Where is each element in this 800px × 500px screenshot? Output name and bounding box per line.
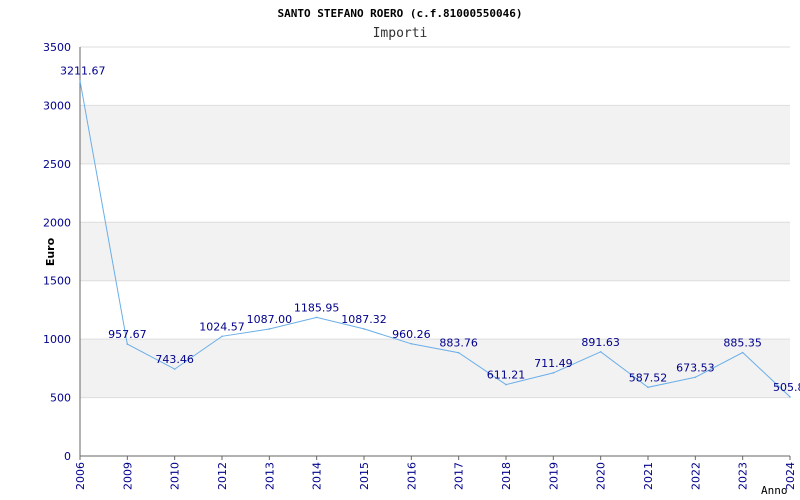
data-label: 1024.57 — [199, 320, 245, 333]
data-point — [79, 79, 81, 82]
data-label: 885.35 — [723, 337, 762, 350]
data-point — [694, 376, 697, 379]
data-point — [315, 316, 318, 319]
data-label: 1087.00 — [247, 313, 293, 326]
y-tick-label: 3500 — [43, 41, 71, 54]
data-label: 611.21 — [487, 369, 526, 382]
data-label: 743.46 — [155, 353, 194, 366]
data-label: 587.52 — [629, 371, 668, 384]
data-point — [789, 396, 791, 398]
x-tick-label: 2020 — [595, 462, 608, 490]
data-label: 673.53 — [676, 361, 715, 374]
data-label: 883.76 — [439, 337, 478, 350]
x-tick-label: 2014 — [311, 462, 324, 490]
x-tick-label: 2021 — [642, 462, 655, 490]
data-label: 1087.32 — [341, 313, 387, 326]
x-tick-label: 2012 — [216, 462, 229, 490]
data-label: 1185.95 — [294, 301, 340, 314]
y-tick-label: 1500 — [43, 275, 71, 288]
data-point — [552, 372, 555, 374]
grid-bands — [80, 46, 790, 457]
data-point — [221, 335, 223, 338]
x-tick-label: 2019 — [547, 462, 560, 490]
data-point — [647, 386, 649, 389]
x-tick-label: 2018 — [500, 462, 513, 490]
data-point — [173, 368, 176, 370]
data-point — [505, 383, 507, 386]
x-tick-label: 2009 — [121, 462, 134, 490]
data-point — [741, 351, 744, 354]
chart-title: SANTO STEFANO ROERO (c.f.81000550046) — [277, 7, 522, 20]
data-label: 3211.67 — [60, 65, 106, 78]
data-point — [410, 342, 413, 345]
data-label: 505.8 — [773, 381, 800, 394]
data-point — [268, 328, 271, 330]
x-tick-label: 2017 — [453, 462, 466, 490]
x-tick-labels: 2006 2009 2010 2012 2013 2014 2015 2016 2017 2018… — [74, 456, 797, 490]
data-label: 960.26 — [392, 328, 431, 341]
y-tick-label: 0 — [64, 450, 71, 463]
x-tick-label: 2006 — [74, 462, 87, 490]
grid-band — [80, 105, 790, 164]
y-tick-label: 3000 — [43, 99, 71, 112]
line-chart: 0 500 1000 1500 2000 2500 3000 3500 2006 2009 201… — [43, 7, 800, 497]
data-point — [457, 351, 460, 354]
x-tick-label: 2016 — [405, 462, 418, 490]
y-tick-label: 2000 — [43, 216, 71, 229]
y-tick-label: 2500 — [43, 158, 71, 171]
x-tick-label: 2013 — [263, 462, 276, 490]
x-axis-label: Anno — [761, 484, 788, 497]
x-tick-label: 2022 — [689, 462, 702, 490]
y-tick-label: 500 — [50, 392, 71, 405]
data-point — [126, 343, 129, 345]
grid-band — [80, 222, 790, 281]
y-axis-label: Euro — [44, 237, 57, 266]
chart-subtitle: Importi — [373, 26, 428, 41]
data-label: 891.63 — [581, 336, 620, 349]
data-label: 711.49 — [534, 357, 573, 370]
data-label: 957.67 — [108, 328, 147, 341]
x-tick-label: 2015 — [358, 462, 371, 490]
x-tick-label: 2010 — [169, 462, 182, 490]
x-tick-label: 2023 — [737, 462, 750, 490]
data-point — [599, 351, 602, 353]
data-point — [363, 328, 365, 330]
y-tick-label: 1000 — [43, 333, 71, 346]
